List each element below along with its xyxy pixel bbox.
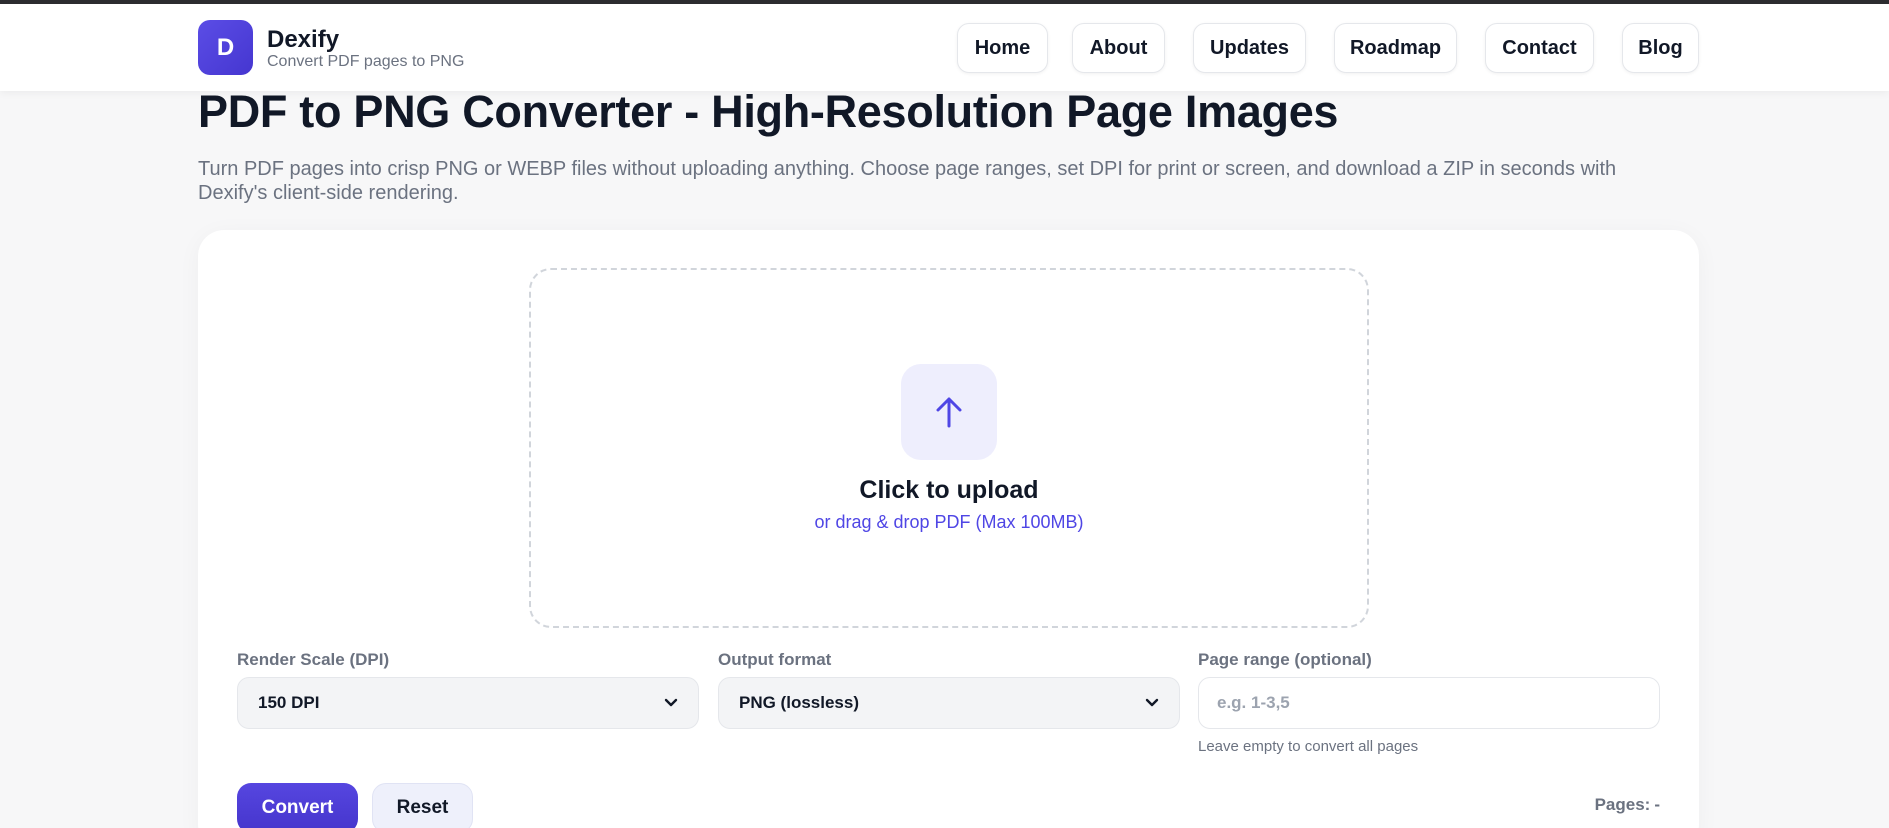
arrow-up-icon bbox=[936, 397, 962, 428]
upload-icon-box[interactable] bbox=[901, 364, 997, 460]
site-header: D Dexify Convert PDF pages to PNG Home A… bbox=[0, 4, 1889, 91]
chevron-down-icon bbox=[664, 698, 678, 707]
convert-button[interactable]: Convert bbox=[237, 783, 358, 828]
pages-count: Pages: - bbox=[1595, 795, 1660, 815]
nav-blog[interactable]: Blog bbox=[1622, 23, 1699, 73]
reset-button[interactable]: Reset bbox=[372, 783, 473, 828]
dpi-selected-value: 150 DPI bbox=[258, 693, 320, 712]
nav-about[interactable]: About bbox=[1072, 23, 1165, 73]
nav-roadmap[interactable]: Roadmap bbox=[1334, 23, 1457, 73]
format-label: Output format bbox=[718, 650, 832, 669]
nav-contact[interactable]: Contact bbox=[1485, 23, 1594, 73]
logo[interactable]: D bbox=[198, 20, 253, 75]
format-selected-value: PNG (lossless) bbox=[739, 693, 859, 712]
page-title: PDF to PNG Converter - High-Resolution P… bbox=[198, 86, 1339, 137]
dpi-select[interactable]: 150 DPI bbox=[237, 677, 699, 729]
range-hint: Leave empty to convert all pages bbox=[1198, 738, 1419, 755]
pages-label: Pages: bbox=[1594, 795, 1651, 814]
format-select[interactable]: PNG (lossless) bbox=[718, 677, 1180, 729]
nav-home[interactable]: Home bbox=[957, 23, 1048, 73]
page-description: Turn PDF pages into crisp PNG or WEBP fi… bbox=[198, 158, 1617, 204]
brand-name[interactable]: Dexify bbox=[267, 26, 339, 54]
logo-letter: D bbox=[216, 33, 235, 61]
dpi-label: Render Scale (DPI) bbox=[237, 650, 390, 669]
range-label: Page range (optional) bbox=[1198, 650, 1372, 669]
upload-subtitle: or drag & drop PDF (Max 100MB) bbox=[814, 512, 1084, 532]
upload-title[interactable]: Click to upload bbox=[529, 476, 1369, 505]
page-range-input[interactable] bbox=[1198, 677, 1660, 729]
pages-value: - bbox=[1654, 795, 1660, 814]
nav-updates[interactable]: Updates bbox=[1193, 23, 1306, 73]
chevron-down-icon bbox=[1145, 698, 1159, 707]
brand-tagline: Convert PDF pages to PNG bbox=[267, 53, 465, 70]
